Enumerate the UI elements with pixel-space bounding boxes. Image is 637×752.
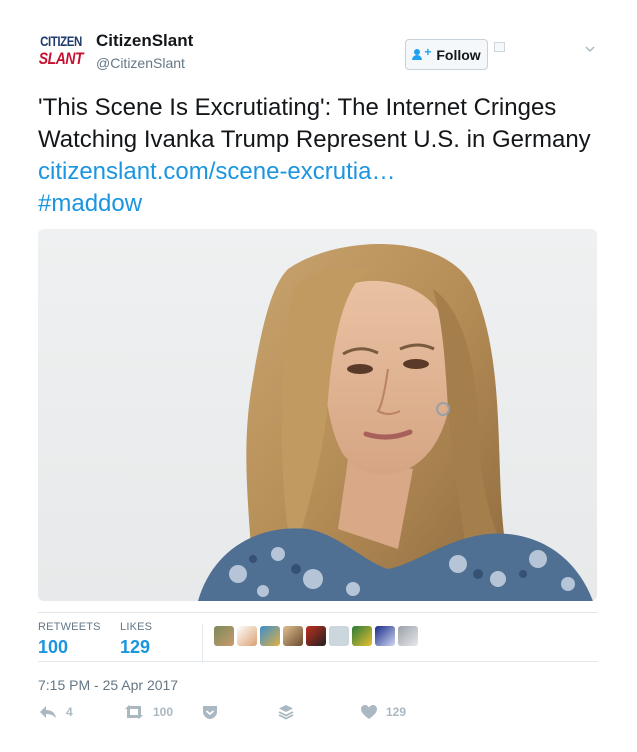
avatar[interactable]: CITIZEN SLANT [38, 33, 84, 73]
retweet-button[interactable]: 100 [123, 704, 173, 720]
liker-avatar[interactable] [283, 626, 303, 646]
liker-avatar[interactable] [260, 626, 280, 646]
buffer-button[interactable] [278, 704, 294, 720]
liker-avatar[interactable] [237, 626, 257, 646]
dm-button[interactable] [201, 704, 219, 720]
tweet-stats: RETWEETS 100 LIKES 129 [38, 612, 598, 662]
hashtag-link[interactable]: #maddow [38, 190, 142, 217]
tweet-photo[interactable] [38, 229, 597, 601]
likes-label: LIKES [120, 621, 153, 633]
stats-divider [202, 624, 203, 662]
chevron-down-icon[interactable] [585, 44, 595, 54]
avatar-text-bottom: SLANT [38, 49, 84, 68]
liker-avatar[interactable] [352, 626, 372, 646]
heart-icon [361, 705, 377, 719]
reply-icon [40, 706, 56, 718]
likers-avatars [214, 626, 418, 646]
like-count: 129 [386, 705, 407, 719]
tweet-actions: 4 100 129 [38, 704, 598, 728]
likes-count: 129 [120, 637, 151, 657]
retweet-icon [125, 705, 143, 719]
reply-button[interactable]: 4 [38, 704, 73, 720]
retweets-label: RETWEETS [38, 621, 101, 633]
account-name[interactable]: CitizenSlant [96, 31, 193, 51]
image-icon [494, 42, 505, 52]
like-button[interactable]: 129 [360, 704, 406, 720]
tweet-card: CITIZEN SLANT CitizenSlant @CitizenSlant… [0, 0, 637, 752]
liker-avatar[interactable] [375, 626, 395, 646]
stack-icon [278, 705, 294, 720]
tweet-text: 'This Scene Is Excrutiating': The Intern… [38, 92, 608, 220]
liker-avatar[interactable] [306, 626, 326, 646]
retweets-count: 100 [38, 637, 69, 657]
follow-button-label: Follow [436, 46, 481, 63]
reply-count: 4 [66, 705, 73, 719]
liker-avatar[interactable] [214, 626, 234, 646]
stats-divider-bottom [38, 661, 598, 662]
add-user-icon [412, 49, 423, 60]
account-handle[interactable]: @CitizenSlant [96, 55, 185, 71]
liker-avatar[interactable] [329, 626, 349, 646]
retweet-count: 100 [153, 705, 174, 719]
tweet-body: 'This Scene Is Excrutiating': The Intern… [38, 94, 591, 153]
photo-image [38, 229, 597, 601]
pocket-icon [203, 706, 217, 719]
avatar-text-top: CITIZEN [40, 33, 82, 49]
tweet-link[interactable]: citizenslant.com/scene-excrutia… [38, 158, 395, 185]
tweet-timestamp[interactable]: 7:15 PM - 25 Apr 2017 [38, 677, 178, 693]
likes-stat[interactable]: LIKES 129 [120, 621, 152, 658]
follow-button[interactable]: + Follow [405, 39, 488, 70]
retweets-stat[interactable]: RETWEETS 100 [38, 621, 101, 658]
liker-avatar[interactable] [398, 626, 418, 646]
